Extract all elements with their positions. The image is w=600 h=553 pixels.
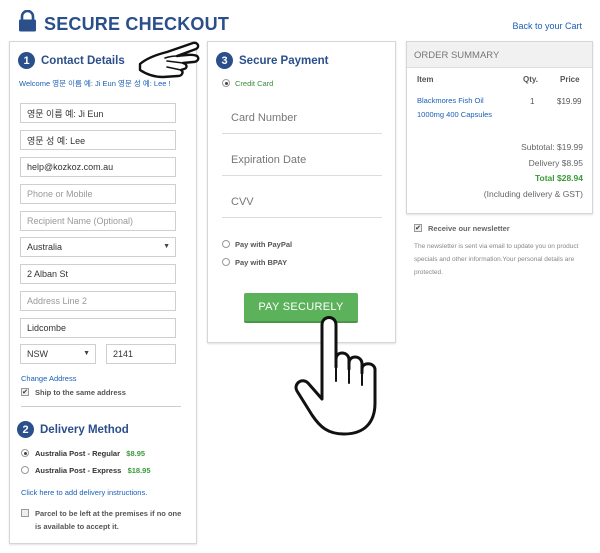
address-line-1-field[interactable]: 2 Alban St xyxy=(20,264,176,284)
page-title: SECURE CHECKOUT xyxy=(44,14,230,34)
caret-down-icon: ▼ xyxy=(83,350,90,357)
section-divider xyxy=(21,406,181,407)
pointing-hand-right-icon xyxy=(138,41,200,79)
secure-payment-panel: 3 Secure Payment Credit Card Card Number… xyxy=(207,41,396,343)
delivery-express-label[interactable]: Australia Post - Express $18.95 xyxy=(35,466,151,475)
country-select[interactable]: Australia ▼ xyxy=(20,237,176,257)
column-qty: Qty. xyxy=(523,75,538,84)
paypal-label[interactable]: Pay with PayPal xyxy=(235,240,292,249)
newsletter-label: Receive our newsletter xyxy=(428,224,510,233)
country-select-value: Australia xyxy=(27,242,63,252)
item-name-line-2: 1000mg 400 Capsules xyxy=(417,110,493,119)
step-number-3: 3 xyxy=(216,52,233,69)
ship-same-label: Ship to the same address xyxy=(35,388,126,397)
bpay-label[interactable]: Pay with BPAY xyxy=(235,258,287,267)
state-select-value: NSW xyxy=(27,349,48,359)
newsletter-note: The newsletter is sent via email to upda… xyxy=(414,243,579,276)
email-field[interactable]: help@kozkoz.com.au xyxy=(20,157,176,177)
delivery-regular-price: $8.95 xyxy=(126,449,146,458)
subtotal: Subtotal: $19.99 xyxy=(521,142,583,152)
caret-down-icon: ▼ xyxy=(163,243,170,250)
suburb-field[interactable]: Lidcombe xyxy=(20,318,176,338)
last-name-field[interactable]: 영문 성 예: Lee xyxy=(20,130,176,150)
item-qty: 1 xyxy=(530,97,535,106)
newsletter-checkbox[interactable]: ✔ xyxy=(414,224,422,232)
delivery-regular-label[interactable]: Australia Post - Regular $8.95 xyxy=(35,449,145,458)
delivery-regular-radio[interactable] xyxy=(21,449,29,457)
step-number-2: 2 xyxy=(17,421,34,438)
order-summary-panel: ORDER SUMMARY Item Qty. Price Blackmores… xyxy=(406,41,593,214)
item-price: $19.99 xyxy=(557,97,582,106)
contact-step-header: 1 Contact Details xyxy=(18,52,125,69)
delivery-regular-text: Australia Post - Regular xyxy=(35,449,121,458)
recipient-name-field[interactable]: Recipient Name (Optional) xyxy=(20,211,176,231)
expiration-date-field[interactable]: Expiration Date xyxy=(222,142,382,176)
ship-same-checkbox[interactable]: ✔ xyxy=(21,388,29,396)
secure-payment-title: Secure Payment xyxy=(239,54,329,67)
delivery-express-price: $18.95 xyxy=(127,466,151,475)
including-note: (Including delivery & GST) xyxy=(483,189,583,199)
first-name-field[interactable]: 영문 이름 예: Ji Eun xyxy=(20,103,176,123)
payment-step-header: 3 Secure Payment xyxy=(216,52,329,69)
phone-field[interactable]: Phone or Mobile xyxy=(20,184,176,204)
item-name-line-1: Blackmores Fish Oil xyxy=(417,96,484,105)
contact-details-title: Contact Details xyxy=(41,54,125,67)
order-total: Total $28.94 xyxy=(534,173,583,183)
delivery-step-header: 2 Delivery Method xyxy=(17,421,129,438)
credit-card-radio[interactable] xyxy=(222,79,230,87)
back-to-cart-link[interactable]: Back to your Cart xyxy=(512,21,582,31)
lock-icon xyxy=(19,10,36,32)
column-price: Price xyxy=(560,75,580,84)
item-name-link[interactable]: Blackmores Fish Oil 1000mg 400 Capsules xyxy=(417,94,492,122)
cvv-field[interactable]: CVV xyxy=(222,184,382,218)
column-item: Item xyxy=(417,75,434,84)
order-summary-title: ORDER SUMMARY xyxy=(407,42,592,68)
credit-card-label[interactable]: Credit Card xyxy=(235,79,273,88)
delivery-instructions-link[interactable]: Click here to add delivery instructions. xyxy=(21,488,147,497)
delivery-express-radio[interactable] xyxy=(21,466,29,474)
bpay-radio[interactable] xyxy=(222,258,230,266)
state-select[interactable]: NSW ▼ xyxy=(20,344,96,364)
card-number-field[interactable]: Card Number xyxy=(222,100,382,134)
step-number-1: 1 xyxy=(18,52,35,69)
pointing-hand-up-icon xyxy=(294,316,377,436)
address-line-2-field[interactable]: Address Line 2 xyxy=(20,291,176,311)
delivery-method-title: Delivery Method xyxy=(40,423,129,436)
change-address-link[interactable]: Change Address xyxy=(21,374,76,383)
delivery-cost: Delivery $8.95 xyxy=(528,158,583,168)
delivery-express-text: Australia Post - Express xyxy=(35,466,122,475)
parcel-left-checkbox[interactable] xyxy=(21,509,29,517)
parcel-left-label: Parcel to be left at the premises if no … xyxy=(35,509,182,531)
postcode-field[interactable]: 2141 xyxy=(106,344,176,364)
checkout-header: SECURE CHECKOUT Back to your Cart xyxy=(0,0,600,40)
paypal-radio[interactable] xyxy=(222,240,230,248)
